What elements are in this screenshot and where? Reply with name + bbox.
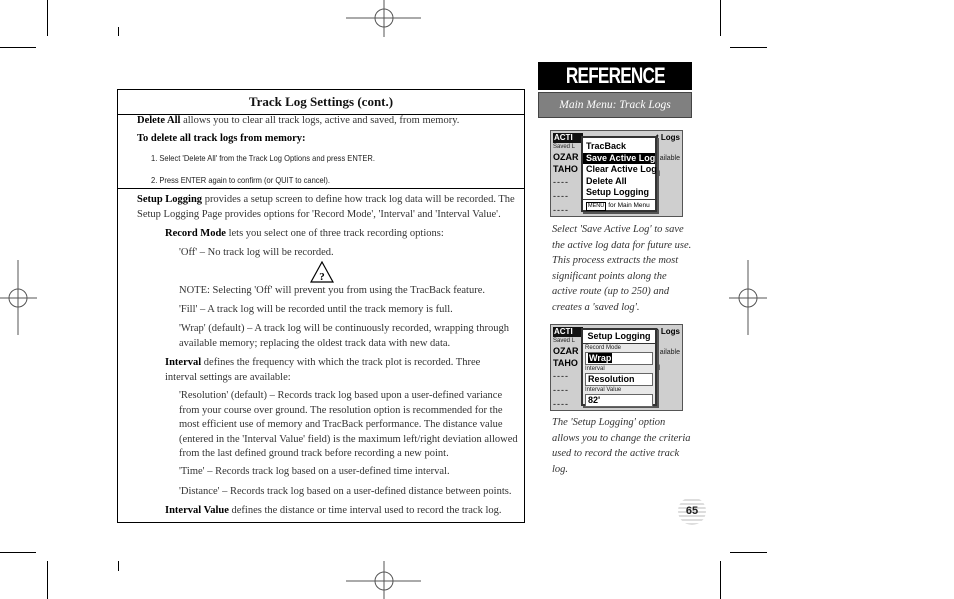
interval-value-text: defines the distance or time interval us… xyxy=(228,505,502,516)
caption-setup-logging: The 'Setup Logging' option allows you to… xyxy=(552,417,691,475)
registration-mark-icon xyxy=(729,260,767,335)
crop-mark xyxy=(0,47,36,48)
bg-text: ailable xyxy=(659,349,680,356)
bg-row: ---- xyxy=(553,371,569,381)
record-mode-field[interactable]: Wrap xyxy=(585,352,653,365)
crop-mark xyxy=(118,561,119,571)
footer-text: for Main Menu xyxy=(608,201,650,209)
bg-title: t Logs xyxy=(656,327,680,336)
bg-header: ACTI xyxy=(553,327,583,337)
bg-row: OZAR xyxy=(553,346,579,356)
svg-text:?: ? xyxy=(319,271,325,283)
bg-subheader: Saved L xyxy=(553,144,576,150)
record-mode-label: Record Mode xyxy=(583,344,655,352)
menu-key-icon: MENU xyxy=(586,201,607,211)
interval-field[interactable]: Resolution xyxy=(585,373,653,386)
bg-row: TAHO xyxy=(553,358,578,368)
distance-option: 'Distance' – Records track log based on … xyxy=(179,486,512,497)
crop-mark xyxy=(720,0,721,36)
reference-label: REFERENCE xyxy=(565,63,666,88)
menu-item-tracback[interactable]: TracBack xyxy=(583,141,655,153)
term-record-mode: Record Mode xyxy=(165,228,226,239)
interval-value-field[interactable]: 82' xyxy=(585,394,653,407)
track-log-settings-box: Track Log Settings (cont.) Delete All al… xyxy=(117,89,525,523)
setup-logging-dialog: Setup Logging Record Mode Wrap Interval … xyxy=(581,328,657,407)
crop-mark xyxy=(730,552,767,553)
wrap-option: 'Wrap' (default) – A track log will be c… xyxy=(179,323,509,349)
menu-item-delete-all[interactable]: Delete All xyxy=(583,176,655,188)
bg-row: TAHO xyxy=(553,164,578,174)
background-list: ACTI Saved L OZAR TAHO ---- ---- ---- xyxy=(553,133,583,216)
bg-header: ACTI xyxy=(553,133,583,143)
delete-heading: To delete all track logs from memory: xyxy=(137,133,306,144)
crop-mark xyxy=(47,0,48,36)
reference-banner: REFERENCE xyxy=(538,62,692,90)
bg-row: ---- xyxy=(553,399,569,409)
bg-row: ---- xyxy=(553,191,569,201)
bg-row: ---- xyxy=(553,385,569,395)
background-list: ACTI Saved L OZAR TAHO ---- ---- ---- xyxy=(553,327,583,410)
delete-all-paragraph: Delete All allows you to clear all track… xyxy=(137,114,517,129)
time-option: 'Time' – Records track log based on a us… xyxy=(179,466,450,477)
crop-mark xyxy=(0,552,36,553)
warning-question-icon: ? xyxy=(310,261,334,283)
crop-mark xyxy=(730,47,767,48)
step-2: 2. Press ENTER again to confirm (or QUIT… xyxy=(151,176,331,185)
interval-text: defines the frequency with which the tra… xyxy=(165,357,481,383)
menu-item-clear-active-log[interactable]: Clear Active Log xyxy=(583,164,657,176)
term-setup-logging: Setup Logging xyxy=(137,194,203,205)
bg-title: t Logs xyxy=(656,133,680,142)
crop-mark xyxy=(118,27,119,36)
bg-text: ailable xyxy=(659,155,680,162)
record-mode-paragraph: Record Mode lets you select one of three… xyxy=(165,227,515,242)
bg-subheader: Saved L xyxy=(553,338,576,344)
setup-logging-paragraph: Setup Logging provides a setup screen to… xyxy=(137,193,521,222)
step-1: 1. Select 'Delete All' from the Track Lo… xyxy=(151,154,375,163)
registration-mark-icon xyxy=(346,561,421,599)
interval-value-label: Interval Value xyxy=(583,386,655,394)
bg-row: OZAR xyxy=(553,152,579,162)
registration-mark-icon xyxy=(346,0,421,37)
subsection-banner: Main Menu: Track Logs xyxy=(538,92,692,118)
term-interval: Interval xyxy=(165,357,202,368)
page-number: 65 xyxy=(685,505,699,517)
crop-mark xyxy=(47,561,48,599)
track-log-options-menu: TracBack Save Active Log Clear Active Lo… xyxy=(581,136,657,212)
fill-option: 'Fill' – A track log will be recorded un… xyxy=(179,304,453,315)
off-option: 'Off' – No track log will be recorded. xyxy=(179,247,334,258)
bg-row: ---- xyxy=(553,205,569,215)
crop-mark xyxy=(720,561,721,599)
note-off-tracback: NOTE: Selecting 'Off' will prevent you f… xyxy=(179,285,485,296)
interval-value-paragraph: Interval Value defines the distance or t… xyxy=(165,504,525,519)
divider xyxy=(118,188,524,189)
interval-paragraph: Interval defines the frequency with whic… xyxy=(165,356,495,385)
setup-logging-screenshot: ACTI Saved L OZAR TAHO ---- ---- ---- t … xyxy=(550,324,683,411)
menu-footer: MENU for Main Menu xyxy=(583,198,655,212)
record-mode-value: Wrap xyxy=(588,353,613,363)
interval-label: Interval xyxy=(583,365,655,373)
menu-item-setup-logging[interactable]: Setup Logging xyxy=(583,187,655,199)
menu-item-save-active-log[interactable]: Save Active Log xyxy=(583,152,655,164)
term-delete-all: Delete All xyxy=(137,115,181,126)
term-interval-value: Interval Value xyxy=(165,505,229,516)
bg-row: ---- xyxy=(553,177,569,187)
record-mode-text: lets you select one of three track recor… xyxy=(225,228,444,239)
track-logs-menu-screenshot: ACTI Saved L OZAR TAHO ---- ---- ---- t … xyxy=(550,130,683,217)
registration-mark-icon xyxy=(0,260,37,335)
section-title: Track Log Settings (cont.) xyxy=(118,90,524,115)
caption-save-active-log: Select 'Save Active Log' to save the act… xyxy=(552,224,692,313)
resolution-option: 'Resolution' (default) – Records track l… xyxy=(179,390,518,459)
dialog-title: Setup Logging xyxy=(583,330,655,344)
delete-all-text: allows you to clear all track logs, acti… xyxy=(180,115,460,126)
